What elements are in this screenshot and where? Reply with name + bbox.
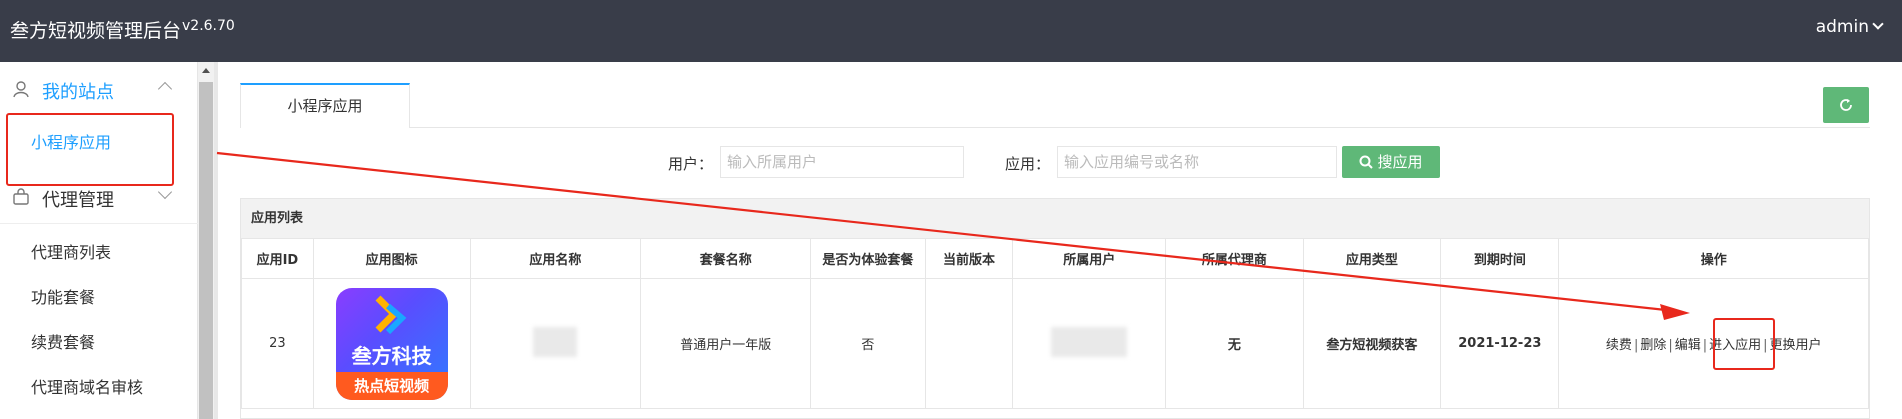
annotation-arrow bbox=[216, 151, 1690, 320]
